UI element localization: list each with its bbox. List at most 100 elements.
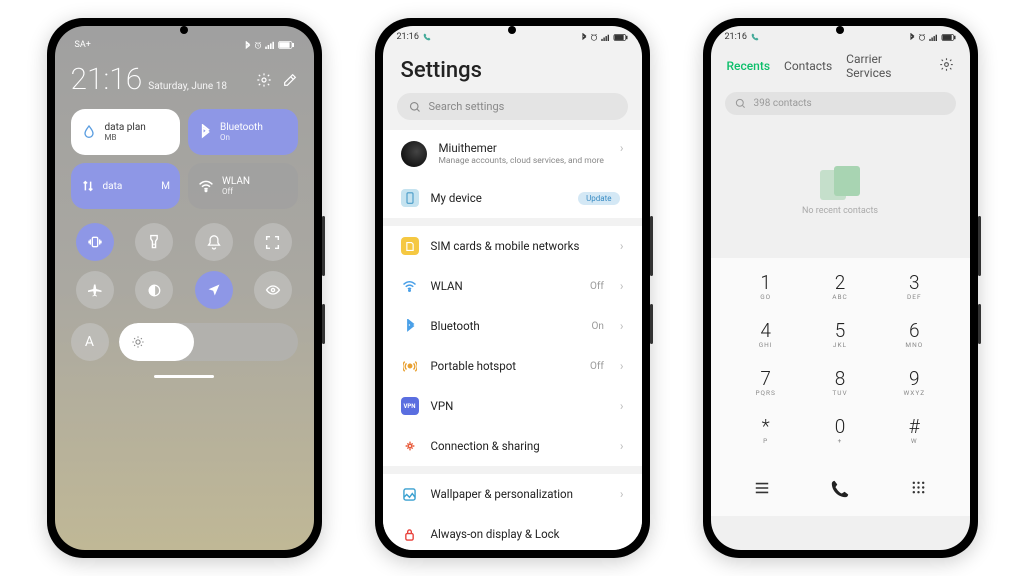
item-label: Connection & sharing <box>431 439 608 453</box>
eye-comfort-toggle[interactable] <box>254 271 292 309</box>
flashlight-icon <box>147 234 161 250</box>
edit-icon[interactable] <box>282 72 298 88</box>
chevron-right-icon: › <box>620 487 624 501</box>
data-plan-tile[interactable]: data planMB <box>71 109 181 155</box>
home-indicator[interactable] <box>154 375 214 378</box>
search-icon <box>409 101 421 113</box>
key-2[interactable]: 2ABC <box>811 266 869 308</box>
vpn-icon: VPN <box>401 397 419 415</box>
key-0[interactable]: 0+ <box>811 410 869 452</box>
hotspot-icon <box>401 357 419 375</box>
item-label: Bluetooth <box>431 319 580 333</box>
chevron-right-icon: › <box>620 359 624 373</box>
dnd-toggle[interactable] <box>195 223 233 261</box>
connection-sharing-item[interactable]: Connection & sharing › <box>383 426 642 466</box>
sim-cards-item[interactable]: SIM cards & mobile networks › <box>383 226 642 266</box>
item-label: Portable hotspot <box>431 359 579 373</box>
phone-settings: 21:16 Settings Search settings Miuitheme… <box>375 18 650 558</box>
key-8[interactable]: 8TUV <box>811 362 869 404</box>
empty-state: No recent contacts <box>711 123 970 258</box>
auto-brightness-toggle[interactable]: A <box>71 323 109 361</box>
menu-icon <box>754 481 770 495</box>
vibrate-icon <box>87 234 103 250</box>
key-star[interactable]: *P <box>737 410 795 452</box>
account-name: Miuithemer <box>439 141 608 155</box>
location-toggle[interactable] <box>195 271 233 309</box>
tile-label: data plan <box>105 122 146 133</box>
flashlight-toggle[interactable] <box>135 223 173 261</box>
item-label: VPN <box>431 399 608 413</box>
key-hash[interactable]: #W <box>885 410 943 452</box>
chevron-right-icon: › <box>620 319 624 333</box>
auto-brightness-label: A <box>85 334 94 350</box>
data-arrows-icon <box>81 179 95 193</box>
search-input[interactable]: Search settings <box>397 93 628 120</box>
phone-control-center: SA+ 21:16 Saturday, June 18 data planMB <box>47 18 322 558</box>
sim-icon <box>401 237 419 255</box>
key-7[interactable]: 7PQRS <box>737 362 795 404</box>
item-label: WLAN <box>431 279 579 293</box>
vibrate-toggle[interactable] <box>76 223 114 261</box>
tile-sublabel: On <box>220 133 263 142</box>
settings-gear-icon[interactable] <box>256 72 272 88</box>
wlan-item[interactable]: WLAN Off › <box>383 266 642 306</box>
contacts-search[interactable]: 398 contacts <box>725 92 956 115</box>
dialer-tabs: Recents Contacts Carrier Services <box>711 42 970 88</box>
call-button[interactable] <box>821 470 859 508</box>
key-3[interactable]: 3DEF <box>885 266 943 308</box>
alarm-status-icon <box>918 33 926 41</box>
tab-contacts[interactable]: Contacts <box>784 59 832 73</box>
aod-item[interactable]: Always-on display & Lock <box>383 514 642 550</box>
call-status-icon <box>423 33 431 41</box>
key-6[interactable]: 6MNO <box>885 314 943 356</box>
eye-icon <box>265 284 281 296</box>
hotspot-item[interactable]: Portable hotspot Off › <box>383 346 642 386</box>
cc-header: 21:16 Saturday, June 18 <box>71 62 298 97</box>
phone-icon <box>830 479 850 499</box>
status-time: 21:16 <box>725 32 747 42</box>
dial-keypad: 1GO 2ABC 3DEF 4GHI 5JKL 6MNO 7PQRS 8TUV … <box>711 258 970 464</box>
settings-gear-icon[interactable] <box>939 57 954 75</box>
chevron-right-icon: › <box>620 239 624 253</box>
empty-text: No recent contacts <box>802 206 878 216</box>
airplane-toggle[interactable] <box>76 271 114 309</box>
status-carrier: SA+ <box>75 40 91 50</box>
vpn-item[interactable]: VPN VPN › <box>383 386 642 426</box>
key-5[interactable]: 5JKL <box>811 314 869 356</box>
location-icon <box>207 283 221 297</box>
key-9[interactable]: 9WXYZ <box>885 362 943 404</box>
screenshot-toggle[interactable] <box>254 223 292 261</box>
bluetooth-status-icon <box>581 33 587 41</box>
brightness-icon <box>131 335 145 349</box>
my-device-item[interactable]: My device Update <box>383 178 642 218</box>
bluetooth-item[interactable]: Bluetooth On › <box>383 306 642 346</box>
mobile-data-tile[interactable]: data M <box>71 163 181 209</box>
battery-icon <box>941 34 956 41</box>
bell-icon <box>207 234 221 250</box>
tab-recents[interactable]: Recents <box>727 59 771 73</box>
wallpaper-item[interactable]: Wallpaper & personalization › <box>383 474 642 514</box>
brightness-slider[interactable] <box>119 323 298 361</box>
bluetooth-icon <box>401 317 419 335</box>
tile-carrier: M <box>161 181 170 192</box>
item-status: On <box>591 321 603 332</box>
key-4[interactable]: 4GHI <box>737 314 795 356</box>
battery-icon <box>613 34 628 41</box>
wlan-tile[interactable]: WLANOff <box>188 163 298 209</box>
cc-clock-date: Saturday, June 18 <box>148 81 227 92</box>
tab-carrier-services[interactable]: Carrier Services <box>846 52 924 80</box>
item-label: Always-on display & Lock <box>431 527 624 541</box>
key-1[interactable]: 1GO <box>737 266 795 308</box>
search-placeholder: 398 contacts <box>754 98 812 109</box>
tile-sublabel: MB <box>105 133 146 142</box>
item-label: My device <box>431 191 567 205</box>
dialpad-button[interactable] <box>911 480 926 499</box>
search-icon <box>735 98 746 109</box>
account-item[interactable]: Miuithemer Manage accounts, cloud servic… <box>383 130 642 178</box>
bluetooth-tile[interactable]: BluetoothOn <box>188 109 298 155</box>
search-placeholder: Search settings <box>429 100 505 113</box>
droplet-icon <box>81 124 97 140</box>
menu-button[interactable] <box>754 480 770 499</box>
dark-mode-toggle[interactable] <box>135 271 173 309</box>
wifi-icon <box>401 277 419 295</box>
